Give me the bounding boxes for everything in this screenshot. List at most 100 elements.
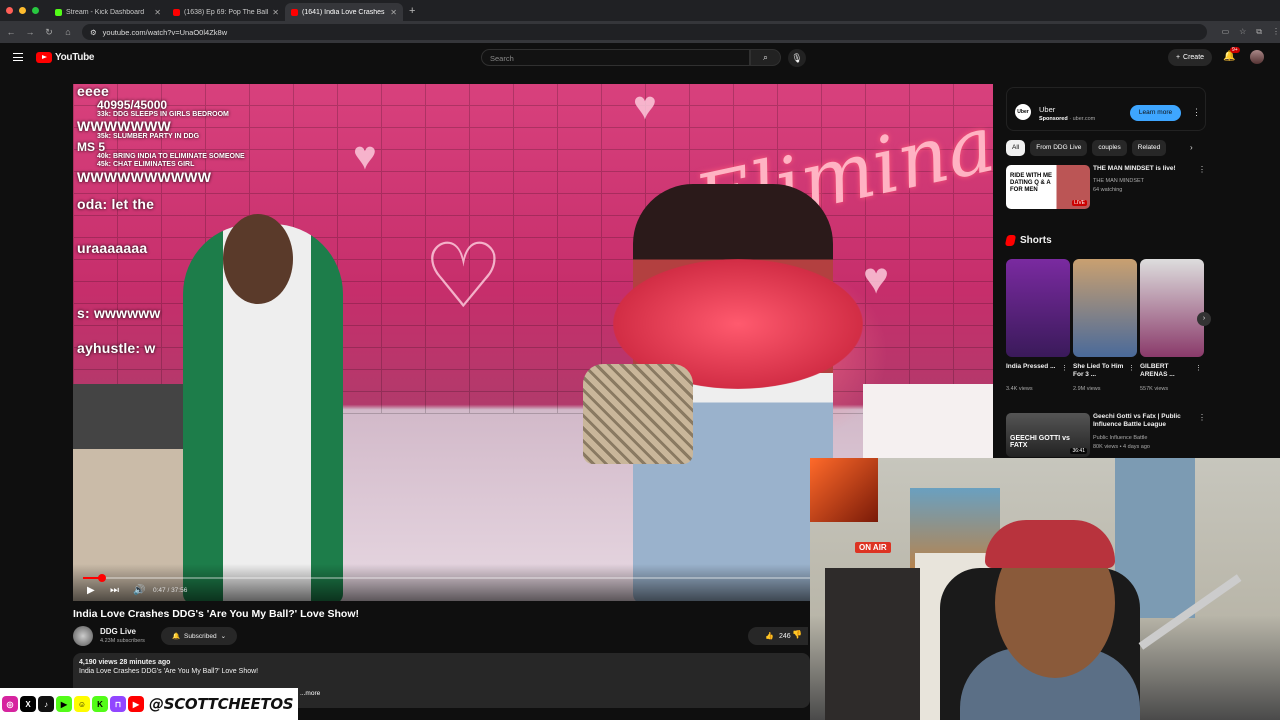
short-views: 3.4K views (1006, 386, 1033, 392)
short-thumbnail[interactable] (1006, 259, 1070, 357)
more-options-icon[interactable]: ⋮ (1128, 364, 1135, 372)
bell-icon: 🔔 (171, 633, 181, 640)
kick-icon (55, 8, 62, 16)
volume-icon[interactable]: 🔊 (133, 585, 145, 596)
short-views: 557K views (1140, 386, 1169, 392)
more-link[interactable]: ...more (300, 690, 320, 697)
notification-badge: 9+ (1230, 47, 1240, 53)
rec-channel: THE MAN MINDSET (1093, 178, 1145, 184)
heart-decoration: ♥ (863, 254, 890, 303)
uber-logo: Uber (1015, 104, 1031, 120)
short-views: 2.9M views (1073, 386, 1101, 392)
more-options-icon[interactable]: ⋮ (1192, 107, 1201, 118)
webcam-overlay: ON AIR (810, 458, 1280, 720)
chip-from-ddg-live[interactable]: From DDG Live (1030, 140, 1088, 156)
view-count: 4,190 views 28 minutes ago (79, 659, 171, 666)
shorts-icon (1004, 235, 1017, 246)
on-air-sign: ON AIR (855, 542, 891, 553)
short-title[interactable]: GILBERT ARENAS ... (1140, 363, 1196, 380)
reload-icon[interactable]: ↻ (44, 27, 54, 38)
twitch-icon: ⊓ (110, 696, 126, 712)
install-icon[interactable]: ▭ (1222, 27, 1230, 37)
more-options-icon[interactable]: ⋮ (1061, 364, 1068, 372)
new-tab-button[interactable]: + (409, 5, 415, 17)
search-input[interactable]: Search (481, 49, 750, 66)
mic-icon[interactable]: 🎙 (788, 49, 806, 67)
youtube-icon (173, 8, 180, 16)
bookmark-icon[interactable]: ☆ (1239, 27, 1246, 37)
sponsored-ad[interactable]: Uber Uber Sponsored · uber.com Learn mor… (1006, 87, 1206, 131)
close-tab-icon[interactable]: ✕ (272, 8, 279, 17)
x-icon: X (20, 696, 36, 712)
short-title[interactable]: India Pressed ... (1006, 363, 1062, 371)
plus-icon: + (1175, 54, 1181, 61)
chip-all[interactable]: All (1006, 140, 1026, 156)
chip-couples[interactable]: couples (1092, 140, 1127, 156)
back-icon[interactable]: ← (6, 27, 16, 37)
rec-meta: 80K views • 4 days ago (1093, 444, 1150, 450)
dislike-button[interactable]: 👎 (792, 630, 802, 639)
snapchat-icon: ☺ (74, 696, 90, 712)
youtube-logo[interactable]: YouTube (36, 52, 95, 63)
video-title: India Love Crashes DDG's 'Are You My Bal… (73, 608, 359, 620)
more-options-icon[interactable]: ⋮ (1198, 165, 1206, 174)
play-icon[interactable]: ▶ (87, 585, 95, 596)
more-options-icon[interactable]: ⋮ (1198, 413, 1206, 422)
red-cap (985, 520, 1115, 568)
browser-toolbar: ← → ↻ ⌂ ⚙ youtube.com/watch?v=UnaO0l4Zk8… (0, 21, 1280, 43)
list-item[interactable]: GEECHI GOTTI vs FATX 36:41 Geechi Gotti … (1006, 413, 1206, 457)
learn-more-button[interactable]: Learn more (1130, 105, 1181, 121)
scrubber-handle[interactable] (97, 574, 106, 582)
menu-icon[interactable]: ⋮ (1272, 27, 1280, 37)
site-info-icon[interactable]: ⚙ (90, 28, 97, 37)
chevron-right-icon[interactable]: › (1190, 143, 1193, 152)
avatar[interactable] (1250, 50, 1264, 64)
list-item[interactable]: RIDE WITH ME DATING Q & A FOR MEN LIVE T… (1006, 165, 1206, 209)
ad-sponsored: Sponsored · uber.com (1039, 116, 1096, 122)
subscribed-button[interactable]: 🔔 Subscribed ⌄ (161, 627, 237, 645)
social-handle: @SCOTTCHEETOS (149, 695, 294, 713)
chevron-down-icon: ⌄ (220, 633, 227, 640)
short-thumbnail[interactable] (1073, 259, 1137, 357)
chevron-right-icon[interactable]: › (1197, 312, 1211, 326)
short-title[interactable]: She Lied To Him For 3 ... (1073, 363, 1129, 380)
channel-avatar[interactable] (73, 626, 93, 646)
rec-title: THE MAN MINDSET is live! (1093, 165, 1176, 172)
create-button[interactable]: + Create (1168, 49, 1212, 66)
thumbs-up-icon: 👍 (765, 633, 775, 640)
window-controls[interactable] (6, 7, 39, 14)
forward-icon[interactable]: → (25, 27, 35, 37)
video-thumbnail: GEECHI GOTTI vs FATX 36:41 (1006, 413, 1090, 457)
live-badge: LIVE (1072, 200, 1087, 206)
heart-decoration: ♥ (353, 134, 377, 178)
close-tab-icon[interactable]: ✕ (154, 8, 161, 17)
tab-india-love[interactable]: (1641) India Love Crashes DDG ✕ (285, 3, 403, 21)
stream-overlay: eeee 40995/45000 33k: DDG SLEEPS IN GIRL… (77, 84, 245, 356)
more-options-icon[interactable]: ⋮ (1195, 364, 1202, 372)
short-thumbnail[interactable] (1140, 259, 1204, 357)
filter-chips: All From DDG Live couples Related (1006, 140, 1167, 156)
rec-meta: 64 watching (1093, 187, 1123, 193)
close-tab-icon[interactable]: ✕ (390, 8, 397, 17)
address-bar[interactable]: ⚙ youtube.com/watch?v=UnaO0l4Zk8w (81, 24, 1207, 40)
extensions-icon[interactable]: ⧉ (1256, 27, 1262, 37)
rec-title: Geechi Gotti vs Fatx | Public Influence … (1093, 413, 1181, 429)
chip-related[interactable]: Related (1131, 140, 1167, 156)
subscriber-count: 4.23M subscribers (100, 638, 145, 644)
shorts-header: Shorts (1004, 235, 1052, 246)
home-icon[interactable]: ⌂ (63, 27, 73, 37)
search-icon[interactable]: ⌕ (750, 49, 781, 66)
tiktok-icon: ♪ (38, 696, 54, 712)
tab-pop-the-balloon[interactable]: (1638) Ep 69: Pop The Balloo ✕ (167, 3, 285, 21)
channel-name[interactable]: DDG Live (100, 627, 136, 636)
youtube-play-icon (36, 52, 52, 63)
description-text: India Love Crashes DDG's 'Are You My Bal… (79, 668, 259, 675)
heart-decoration: ♡ (423, 227, 504, 327)
tab-kick-dashboard[interactable]: Stream - Kick Dashboard ✕ (49, 3, 167, 21)
table (863, 384, 993, 464)
next-icon[interactable]: ⏭ (110, 585, 119, 596)
menu-icon[interactable] (13, 53, 23, 61)
audio-equipment (825, 568, 920, 720)
rumble-icon: ▶ (56, 696, 72, 712)
heart-decoration: ♥ (633, 84, 657, 128)
